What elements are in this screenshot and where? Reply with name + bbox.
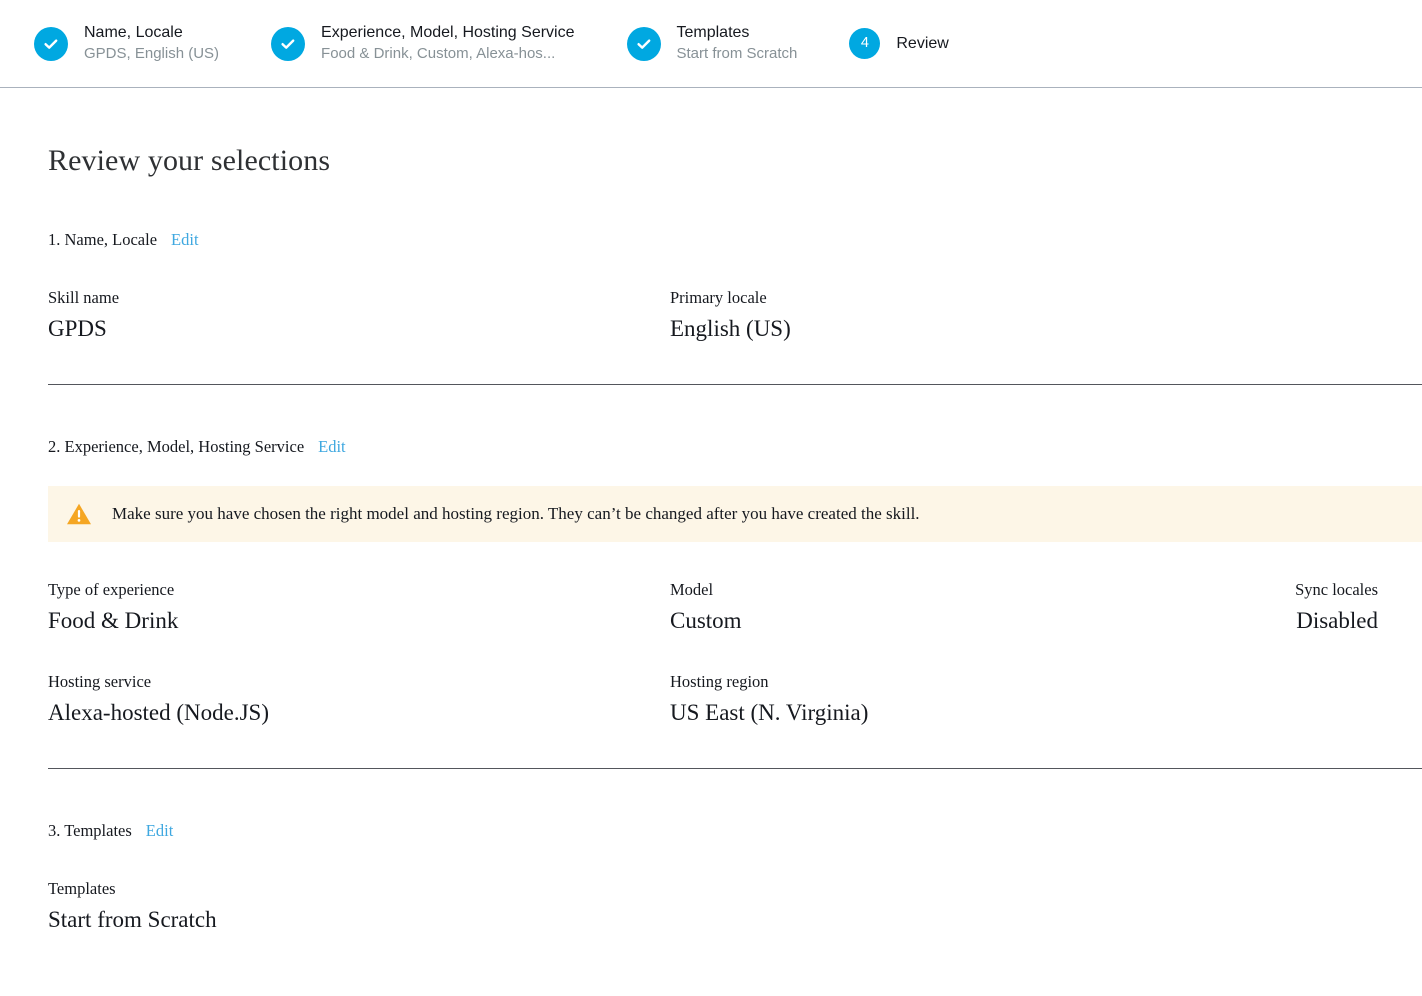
section-3-header: 3. Templates Edit	[48, 821, 1422, 841]
field-model-value: Custom	[670, 608, 742, 633]
field-primary-locale: Primary locale English (US)	[670, 288, 1292, 344]
stepper-step-1-title: Name, Locale	[84, 24, 183, 41]
section-1-header: 1. Name, Locale Edit	[48, 230, 1422, 250]
stepper-step-2-text: Experience, Model, Hosting Service Food …	[321, 23, 574, 64]
field-templates-label: Templates	[48, 879, 116, 898]
warning-banner: Make sure you have chosen the right mode…	[48, 486, 1422, 542]
check-circle-icon	[34, 26, 68, 61]
review-content: Review your selections 1. Name, Locale E…	[0, 88, 1422, 935]
check-circle-icon	[271, 26, 306, 61]
field-hosting-region: Hosting region US East (N. Virginia)	[670, 672, 1292, 728]
warning-triangle-icon	[67, 503, 91, 525]
stepper-step-4-text: Review	[896, 34, 948, 54]
section-1-fields-row-1: Skill name GPDS Primary locale English (…	[48, 288, 1378, 344]
field-sync-locales: Sync locales Disabled	[1292, 580, 1378, 636]
section-2-label: 2. Experience, Model, Hosting Service	[48, 437, 305, 456]
stepper-step-3-subtitle: Start from Scratch	[676, 45, 798, 62]
field-skill-name-label: Skill name	[48, 288, 120, 307]
stepper-step-4[interactable]: 4 Review	[849, 28, 949, 59]
stepper-step-2[interactable]: Experience, Model, Hosting Service Food …	[271, 23, 575, 64]
section-divider-2	[48, 768, 1422, 769]
field-sync-locales-value: Disabled	[1296, 608, 1378, 633]
field-primary-locale-value: English (US)	[670, 316, 791, 341]
edit-link-experience-model-hosting[interactable]: Edit	[318, 437, 346, 457]
section-2-fields-row-1: Type of experience Food & Drink Model Cu…	[48, 580, 1378, 636]
stepper-step-1-subtitle: GPDS, English (US)	[84, 45, 220, 62]
section-3-fields-row-1: Templates Start from Scratch	[48, 879, 1378, 935]
section-2-header: 2. Experience, Model, Hosting Service Ed…	[48, 437, 1422, 457]
field-primary-locale-label: Primary locale	[670, 288, 767, 307]
stepper-step-1-text: Name, Locale GPDS, English (US)	[84, 23, 219, 64]
page-title: Review your selections	[48, 144, 331, 177]
section-divider-1	[48, 384, 1422, 385]
edit-link-templates[interactable]: Edit	[146, 821, 174, 841]
field-type-of-experience-label: Type of experience	[48, 580, 175, 599]
field-sync-locales-label: Sync locales	[1295, 580, 1378, 599]
field-type-of-experience-value: Food & Drink	[48, 608, 179, 633]
field-hosting-service-label: Hosting service	[48, 672, 152, 691]
field-hosting-service: Hosting service Alexa-hosted (Node.JS)	[48, 672, 670, 728]
field-hosting-region-label: Hosting region	[670, 672, 769, 691]
field-hosting-service-value: Alexa-hosted (Node.JS)	[48, 700, 270, 725]
stepper-step-3-text: Templates Start from Scratch	[677, 23, 798, 64]
section-2-fields-row-2: Hosting service Alexa-hosted (Node.JS) H…	[48, 672, 1378, 728]
stepper-step-2-title: Experience, Model, Hosting Service	[321, 24, 575, 41]
field-type-of-experience: Type of experience Food & Drink	[48, 580, 670, 636]
section-1-label: 1. Name, Locale	[48, 230, 158, 249]
check-circle-icon	[626, 26, 661, 61]
field-templates: Templates Start from Scratch	[48, 879, 670, 935]
field-skill-name: Skill name GPDS	[48, 288, 670, 344]
warning-banner-text: Make sure you have chosen the right mode…	[112, 504, 920, 523]
field-model-label: Model	[670, 580, 714, 599]
step-number-label: 4	[860, 35, 869, 52]
stepper-step-1[interactable]: Name, Locale GPDS, English (US)	[34, 23, 219, 64]
field-skill-name-value: GPDS	[48, 316, 107, 341]
field-templates-value: Start from Scratch	[48, 907, 217, 932]
edit-link-name-locale[interactable]: Edit	[171, 230, 199, 250]
step-number-badge: 4	[849, 28, 881, 59]
field-hosting-region-value: US East (N. Virginia)	[670, 700, 869, 725]
stepper-step-3[interactable]: Templates Start from Scratch	[626, 23, 798, 64]
stepper-step-3-title: Templates	[676, 24, 750, 41]
wizard-stepper: Name, Locale GPDS, English (US) Experien…	[0, 0, 1422, 88]
stepper-step-4-title: Review	[896, 34, 949, 52]
section-3-label: 3. Templates	[48, 821, 132, 840]
field-model: Model Custom	[670, 580, 1292, 636]
stepper-step-2-subtitle: Food & Drink, Custom, Alexa-hos...	[321, 45, 556, 62]
